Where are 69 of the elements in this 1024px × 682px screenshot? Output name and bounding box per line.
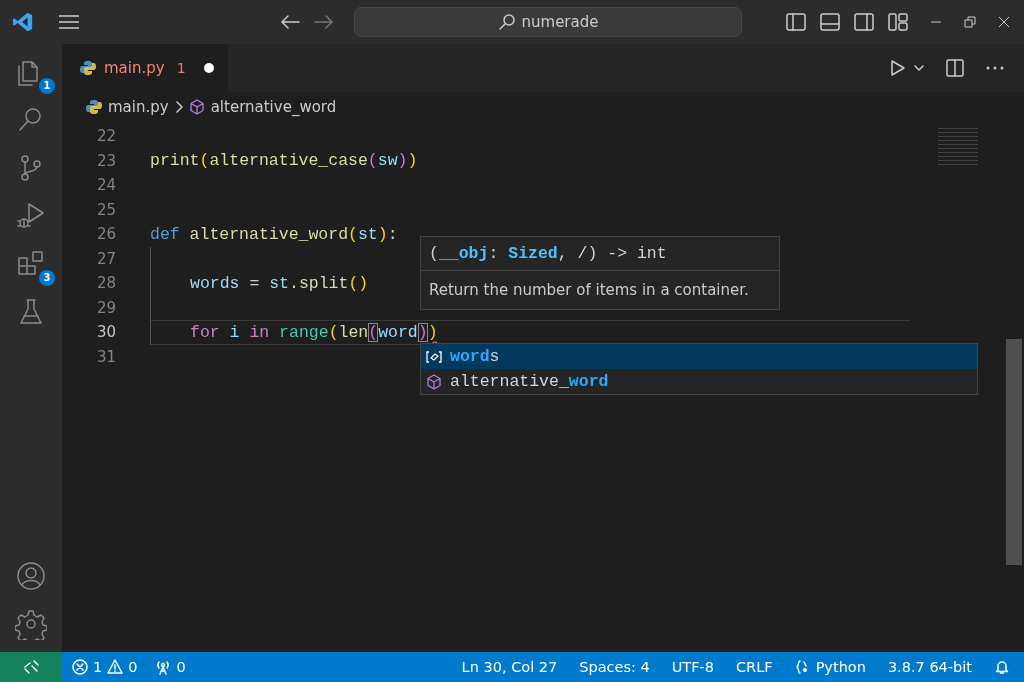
unsaved-dot-icon[interactable] — [203, 63, 214, 73]
scrollbar-thumb[interactable] — [1006, 339, 1022, 565]
chevron-icon[interactable] — [174, 101, 183, 113]
back-icon[interactable] — [280, 15, 300, 29]
cube-icon[interactable] — [188, 99, 205, 115]
status-item[interactable]: CRLF — [736, 659, 773, 675]
code-line: def alternative_word(st): — [150, 224, 398, 244]
ports-button[interactable]: 0 — [155, 659, 186, 675]
search-icon[interactable] — [497, 13, 516, 31]
status-item[interactable]: Ln 30, Col 27 — [461, 659, 558, 675]
primary-sidebar-icon[interactable] — [786, 13, 806, 31]
split-editor-icon[interactable] — [946, 59, 964, 77]
caret-icon[interactable] — [914, 64, 924, 72]
line-number: 27 — [95, 249, 116, 268]
status-item[interactable]: Spaces: 4 — [579, 659, 650, 675]
problems-button[interactable]: 1 0 — [72, 659, 138, 675]
signature-text: (__obj: Sized, /) -> int — [421, 237, 779, 271]
bell-icon[interactable] — [994, 659, 1010, 675]
suggestion-item[interactable]: words — [421, 344, 977, 369]
antenna-icon[interactable] — [155, 659, 172, 675]
remote-icon[interactable] — [23, 659, 39, 675]
close-icon[interactable] — [998, 16, 1010, 28]
warning-count: 0 — [128, 659, 138, 675]
restore-icon[interactable] — [964, 16, 976, 28]
secondary-sidebar-icon[interactable] — [854, 13, 874, 31]
problem-count: 1 — [176, 60, 186, 76]
status-item[interactable]: 3.8.7 64-bit — [887, 659, 972, 675]
documentation-text: Return the number of items in a container. — [428, 280, 750, 301]
tab-label: main.py — [104, 59, 165, 77]
layout-icon[interactable] — [888, 13, 908, 31]
line-number: 28 — [95, 274, 116, 293]
error-count: 1 — [93, 659, 103, 675]
search-field[interactable]: numerade — [354, 7, 742, 37]
code-line: print(alternative_case(sw)) — [150, 151, 418, 171]
logo-icon[interactable] — [12, 11, 34, 33]
line-number: 24 — [95, 176, 116, 195]
account-icon[interactable] — [15, 560, 47, 592]
python-file-icon[interactable] — [80, 60, 96, 76]
run-icon[interactable] — [890, 59, 906, 77]
python-file-icon[interactable] — [86, 99, 102, 115]
line-number: 23 — [95, 151, 116, 170]
suggestion-label: alternative_word — [450, 372, 609, 391]
breadcrumb-item[interactable]: main.py — [86, 98, 169, 116]
more-icon[interactable] — [986, 66, 1004, 70]
port-count: 0 — [176, 659, 186, 675]
line-number: 26 — [95, 225, 116, 244]
warning-icon[interactable] — [107, 659, 124, 675]
status-item[interactable]: UTF-8 — [671, 659, 714, 675]
status-item[interactable]: Python — [794, 659, 866, 675]
variable-icon[interactable] — [426, 348, 442, 365]
breadcrumb-item[interactable]: alternative_word — [188, 98, 337, 116]
forward-icon[interactable] — [314, 15, 334, 29]
line-number: 29 — [95, 298, 116, 317]
line-number: 25 — [95, 200, 116, 219]
suggestion-item[interactable]: alternative_word — [421, 369, 977, 394]
count-badge: 3 — [39, 270, 55, 286]
panel-icon[interactable] — [820, 13, 840, 31]
code-line: for i in range(len(word)) — [190, 322, 438, 342]
suggestion-label: words — [450, 347, 500, 366]
settings-icon[interactable] — [15, 608, 47, 640]
line-number: 31 — [95, 347, 116, 366]
error-icon[interactable] — [72, 659, 88, 675]
count-badge: 1 — [39, 78, 55, 94]
line-number: 22 — [95, 127, 116, 146]
editor-tab[interactable]: main.py 1 — [62, 44, 228, 92]
line-number: 30 — [95, 323, 116, 342]
code-line: words = st.split() — [190, 273, 369, 293]
menu-icon[interactable] — [58, 14, 80, 30]
cube-icon[interactable] — [426, 373, 442, 390]
